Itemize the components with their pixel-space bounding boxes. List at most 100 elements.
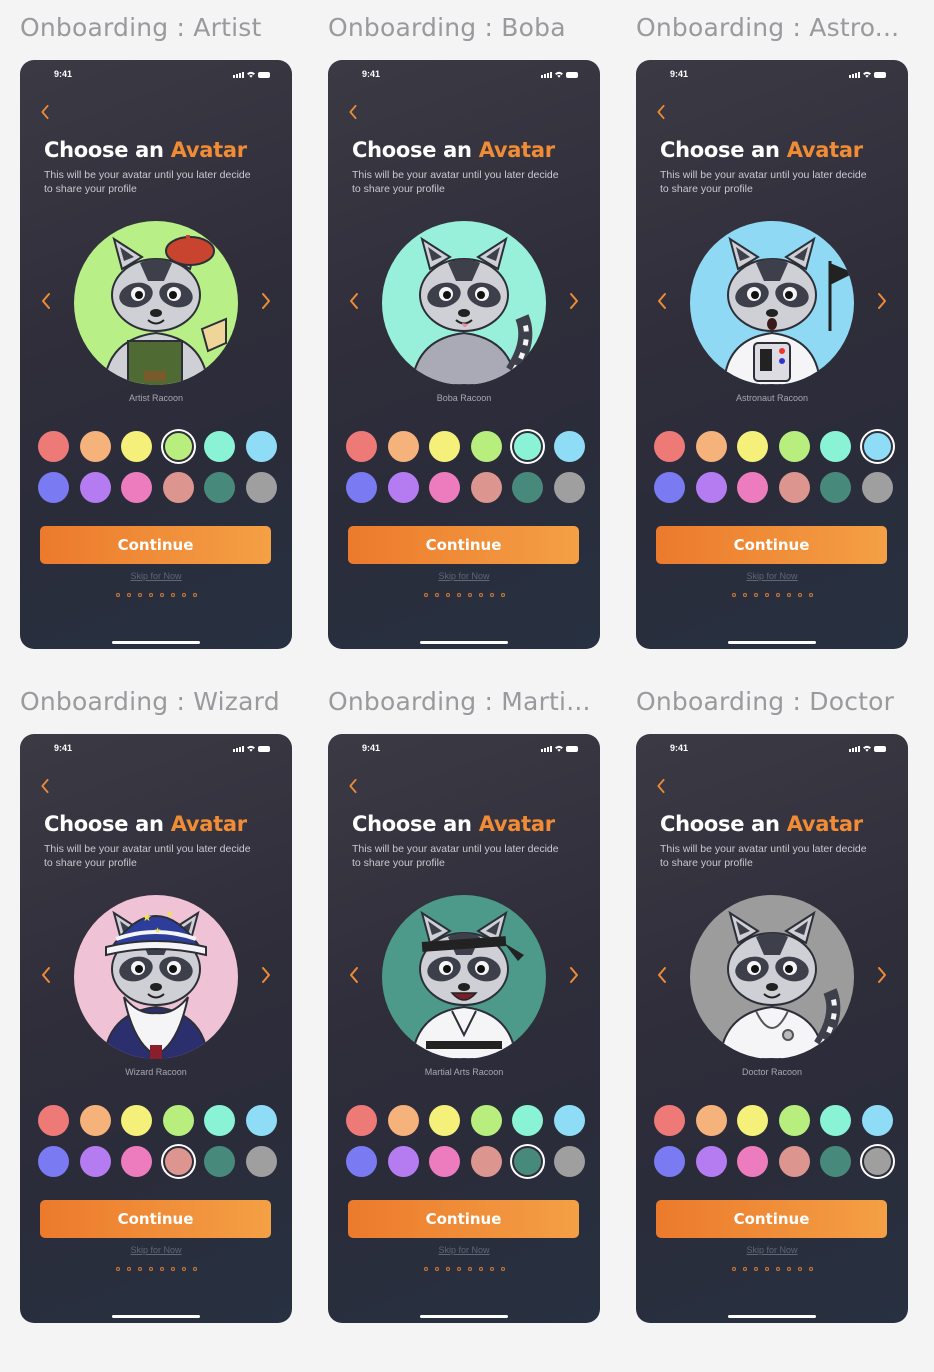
skip-for-now-link[interactable]: Skip for Now [636,571,908,581]
color-swatch[interactable] [79,1105,111,1136]
color-swatch[interactable] [778,472,810,503]
color-swatch[interactable] [245,1146,277,1177]
color-swatch[interactable] [654,472,685,503]
color-swatch[interactable] [553,1105,585,1136]
skip-for-now-link[interactable]: Skip for Now [20,1245,292,1255]
continue-button[interactable]: Continue [348,1200,579,1238]
next-avatar-chevron-right-icon[interactable] [876,292,888,310]
color-swatch[interactable] [512,472,544,503]
color-swatch[interactable] [121,472,153,503]
color-swatch[interactable] [387,1146,419,1177]
back-chevron-left-icon[interactable] [38,778,52,794]
color-swatch-selected[interactable] [514,1148,542,1175]
continue-button[interactable]: Continue [40,526,271,564]
color-swatch[interactable] [346,431,377,462]
color-swatch[interactable] [346,1146,377,1177]
color-swatch[interactable] [245,1105,277,1136]
color-swatch[interactable] [346,472,377,503]
color-swatch[interactable] [204,472,236,503]
skip-for-now-link[interactable]: Skip for Now [20,571,292,581]
next-avatar-chevron-right-icon[interactable] [876,966,888,984]
color-swatch[interactable] [695,431,727,462]
color-swatch[interactable] [429,1146,461,1177]
color-swatch[interactable] [346,1105,377,1136]
back-chevron-left-icon[interactable] [654,104,668,120]
color-swatch[interactable] [121,1146,153,1177]
color-swatch-selected[interactable] [863,1148,891,1175]
color-swatch[interactable] [245,472,277,503]
color-swatch[interactable] [204,1146,236,1177]
color-swatch[interactable] [820,1105,852,1136]
color-swatch[interactable] [429,1105,461,1136]
color-swatch[interactable] [654,1146,685,1177]
color-swatch[interactable] [204,431,236,462]
color-swatch[interactable] [121,431,153,462]
continue-button[interactable]: Continue [656,1200,887,1238]
continue-button[interactable]: Continue [656,526,887,564]
back-chevron-left-icon[interactable] [346,778,360,794]
color-swatch[interactable] [553,472,585,503]
previous-avatar-chevron-left-icon[interactable] [656,966,668,984]
color-swatch[interactable] [387,472,419,503]
next-avatar-chevron-right-icon[interactable] [568,966,580,984]
previous-avatar-chevron-left-icon[interactable] [348,966,360,984]
color-swatch[interactable] [79,431,111,462]
back-chevron-left-icon[interactable] [654,778,668,794]
color-swatch[interactable] [38,472,69,503]
color-swatch[interactable] [162,1105,194,1136]
color-swatch-selected[interactable] [863,433,891,460]
continue-button[interactable]: Continue [40,1200,271,1238]
color-swatch-selected[interactable] [514,433,542,460]
color-swatch[interactable] [387,1105,419,1136]
previous-avatar-chevron-left-icon[interactable] [348,292,360,310]
color-swatch[interactable] [737,431,769,462]
color-swatch[interactable] [861,472,893,503]
next-avatar-chevron-right-icon[interactable] [260,292,272,310]
color-swatch[interactable] [38,431,69,462]
color-swatch[interactable] [429,431,461,462]
color-swatch[interactable] [654,431,685,462]
color-swatch[interactable] [737,1146,769,1177]
color-swatch[interactable] [38,1105,69,1136]
color-swatch[interactable] [38,1146,69,1177]
color-swatch[interactable] [695,472,727,503]
color-swatch[interactable] [245,431,277,462]
color-swatch[interactable] [121,1105,153,1136]
color-swatch[interactable] [429,472,461,503]
color-swatch[interactable] [79,472,111,503]
color-swatch[interactable] [553,431,585,462]
color-swatch[interactable] [737,1105,769,1136]
color-swatch[interactable] [820,472,852,503]
color-swatch[interactable] [737,472,769,503]
color-swatch[interactable] [820,431,852,462]
previous-avatar-chevron-left-icon[interactable] [656,292,668,310]
color-swatch[interactable] [778,1105,810,1136]
skip-for-now-link[interactable]: Skip for Now [328,571,600,581]
color-swatch[interactable] [695,1146,727,1177]
skip-for-now-link[interactable]: Skip for Now [328,1245,600,1255]
color-swatch[interactable] [79,1146,111,1177]
next-avatar-chevron-right-icon[interactable] [260,966,272,984]
color-swatch[interactable] [778,431,810,462]
previous-avatar-chevron-left-icon[interactable] [40,292,52,310]
previous-avatar-chevron-left-icon[interactable] [40,966,52,984]
color-swatch[interactable] [162,472,194,503]
color-swatch[interactable] [654,1105,685,1136]
color-swatch[interactable] [553,1146,585,1177]
back-chevron-left-icon[interactable] [38,104,52,120]
color-swatch[interactable] [470,472,502,503]
skip-for-now-link[interactable]: Skip for Now [636,1245,908,1255]
color-swatch[interactable] [861,1105,893,1136]
color-swatch[interactable] [387,431,419,462]
color-swatch[interactable] [512,1105,544,1136]
continue-button[interactable]: Continue [348,526,579,564]
next-avatar-chevron-right-icon[interactable] [568,292,580,310]
color-swatch[interactable] [470,1105,502,1136]
color-swatch[interactable] [204,1105,236,1136]
color-swatch-selected[interactable] [164,1148,192,1175]
color-swatch[interactable] [470,431,502,462]
color-swatch[interactable] [778,1146,810,1177]
color-swatch[interactable] [820,1146,852,1177]
color-swatch-selected[interactable] [164,433,192,460]
color-swatch[interactable] [695,1105,727,1136]
